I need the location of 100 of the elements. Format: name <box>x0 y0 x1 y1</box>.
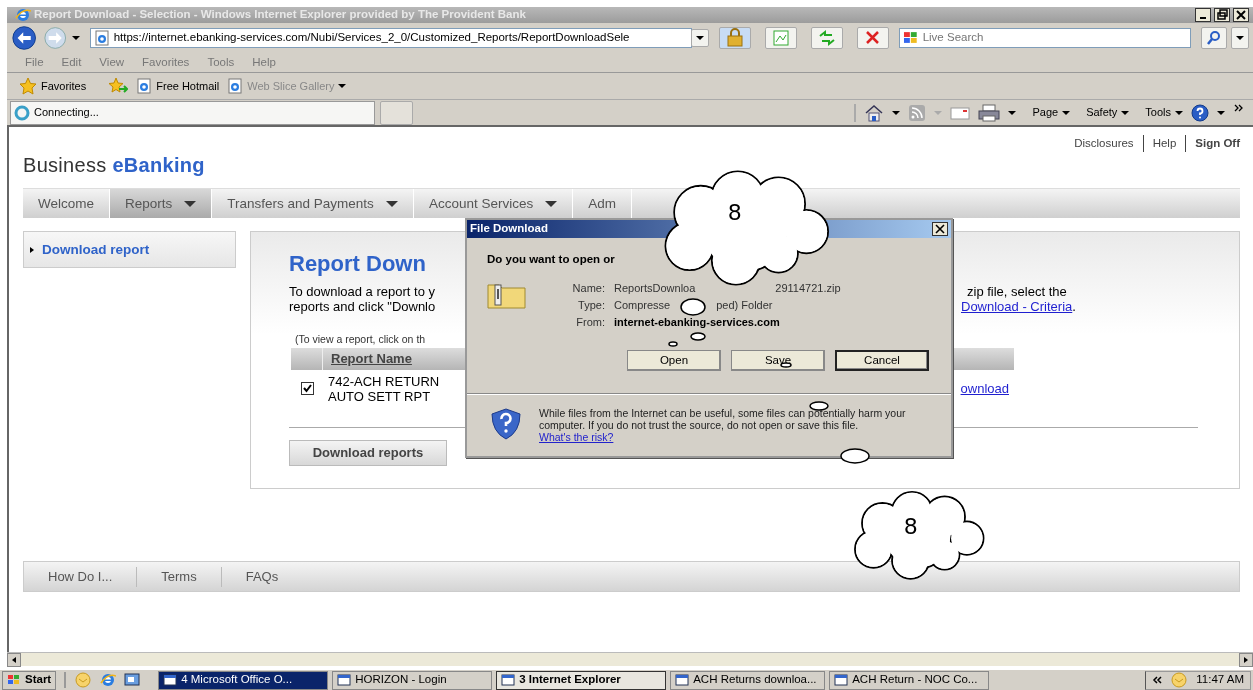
thought-bubble-dot <box>809 401 829 411</box>
search-box[interactable]: Live Search <box>899 28 1191 48</box>
bullet-icon <box>30 246 34 253</box>
caret-icon <box>934 110 943 115</box>
intro-text: To download a report to y <box>289 284 436 300</box>
close-button[interactable] <box>932 222 948 236</box>
download-link[interactable]: ownload <box>960 378 1009 399</box>
intro-text: . <box>1072 299 1076 315</box>
restore-button[interactable] <box>1214 8 1230 22</box>
browser-tab[interactable]: Connecting... <box>10 100 375 125</box>
search-icon[interactable] <box>1206 30 1222 46</box>
favorites-item[interactable]: Free Hotmail <box>136 77 220 95</box>
dialog-title: File Download <box>470 221 548 237</box>
windows-flag-icon <box>7 674 21 686</box>
browser-logo-icon <box>15 7 31 23</box>
field-value: 29114721.zip <box>775 281 841 297</box>
window-icon <box>501 674 516 686</box>
row-checkbox[interactable] <box>301 382 314 395</box>
taskbar-button[interactable]: ACH Return - NOC Co... <box>829 670 990 690</box>
close-icon <box>1235 9 1247 21</box>
risk-link[interactable]: What's the risk? <box>539 431 614 444</box>
print-icon[interactable] <box>978 103 1001 122</box>
dialog-question: Do you want to open or <box>487 252 616 267</box>
caret-icon <box>696 36 704 40</box>
clock: 11:47 AM <box>1196 672 1244 688</box>
zip-folder-icon <box>487 281 527 310</box>
shield-help-icon <box>489 407 523 442</box>
taskbar-button[interactable]: 4 Microsoft Office O... <box>158 670 329 690</box>
field-value: ReportsDownloa <box>614 281 696 297</box>
command-menu[interactable]: Safety <box>1086 104 1130 121</box>
thought-bubble-dot <box>780 362 792 368</box>
desktop-icon[interactable] <box>124 672 141 688</box>
window-title: Report Download - Selection - Windows Internet Explorer provided by The Provident Bank <box>34 7 527 23</box>
close-icon <box>935 224 945 234</box>
nav-tab[interactable]: Transfers and Payments <box>212 189 414 219</box>
windows-flag-icon <box>903 31 919 45</box>
mail-icon[interactable] <box>950 105 971 120</box>
search-options-button[interactable] <box>1231 27 1249 49</box>
nav-tab[interactable]: Reports <box>110 189 213 219</box>
thought-bubble-dot <box>840 448 870 464</box>
start-button[interactable]: Start <box>2 670 57 690</box>
close-button[interactable] <box>1233 8 1249 22</box>
scroll-right-button[interactable] <box>1239 653 1253 667</box>
lock-icon[interactable] <box>724 27 746 49</box>
minimize-button[interactable] <box>1195 8 1211 22</box>
field-label: Name: <box>571 281 605 297</box>
dialog-button[interactable]: Cancel <box>835 350 929 372</box>
page-icon <box>136 78 153 94</box>
sidebar-item[interactable]: Download report <box>30 239 150 260</box>
scroll-left-button[interactable] <box>7 653 21 667</box>
thought-bubble-dot <box>680 298 706 316</box>
taskbar-button[interactable]: ACH Returns downloa... <box>670 670 826 690</box>
header-link[interactable]: Sign Off <box>1186 135 1240 153</box>
caret-icon <box>338 84 347 88</box>
field-value: internet-ebanking-services.com <box>614 315 780 331</box>
command-menu[interactable]: Tools <box>1145 104 1183 121</box>
field-value: ped) Folder <box>716 298 773 314</box>
hint-text: (To view a report, click on th <box>295 332 427 348</box>
caret-icon <box>1217 110 1225 115</box>
dialog-button[interactable]: Open <box>627 350 721 372</box>
address-dropdown-button[interactable] <box>691 29 709 47</box>
page-icon <box>93 30 110 46</box>
caret-icon <box>1121 110 1130 115</box>
window-icon <box>163 674 178 686</box>
expand-tray-icon[interactable] <box>1152 675 1163 685</box>
restore-icon <box>1216 9 1228 21</box>
command-menu[interactable]: Page <box>1032 104 1071 121</box>
window-icon <box>834 674 849 686</box>
caret-icon <box>892 110 901 115</box>
caret-icon <box>71 36 80 40</box>
dialog-button[interactable]: Save <box>731 350 825 372</box>
taskbar-button[interactable]: HORIZON - Login <box>332 670 493 690</box>
field-label: Type: <box>577 298 605 314</box>
minimize-icon <box>1200 16 1206 19</box>
thought-bubble-dot <box>668 341 678 347</box>
callout-number: 8 <box>727 198 742 227</box>
footer-link[interactable]: FAQs <box>221 567 303 587</box>
star-icon <box>19 77 37 95</box>
footer-link[interactable]: How Do I... <box>24 567 138 587</box>
intro-text: reports and click "Downlo <box>289 299 437 315</box>
header-link[interactable]: Help <box>1143 135 1187 153</box>
field-value: Compresse <box>614 298 671 314</box>
column-header[interactable]: Report Name <box>323 349 412 369</box>
caret-icon <box>1236 36 1244 40</box>
favorites-item[interactable]: Favorites <box>19 77 87 95</box>
window-icon <box>337 674 352 686</box>
footer-link[interactable]: Terms <box>137 567 222 587</box>
address-text: https://internet.ebanking-services.com/Nubi/Services_2_0/Customized_Reports/ReportDownloadSele <box>113 30 630 46</box>
search-field[interactable]: Live Search <box>922 29 1187 47</box>
header-link[interactable]: Disclosures <box>1065 135 1144 153</box>
home-icon[interactable] <box>864 103 885 122</box>
download-reports-button[interactable]: Download reports <box>289 440 447 466</box>
intro-text: zip file, select the <box>966 284 1068 300</box>
address-field[interactable]: https://internet.ebanking-services.com/Nubi/Services_2_0/Customized_Reports/ReportDownloadSele <box>89 28 692 48</box>
page-heading: Report Down <box>289 250 427 279</box>
taskbar-button[interactable]: 3 Internet Explorer <box>496 670 667 690</box>
report-name: 742-ACH RETURN AUTO SETT RPT <box>327 373 441 404</box>
field-label: From: <box>575 315 605 331</box>
browser-logo-icon[interactable] <box>100 672 117 688</box>
help-icon[interactable] <box>1191 103 1209 122</box>
